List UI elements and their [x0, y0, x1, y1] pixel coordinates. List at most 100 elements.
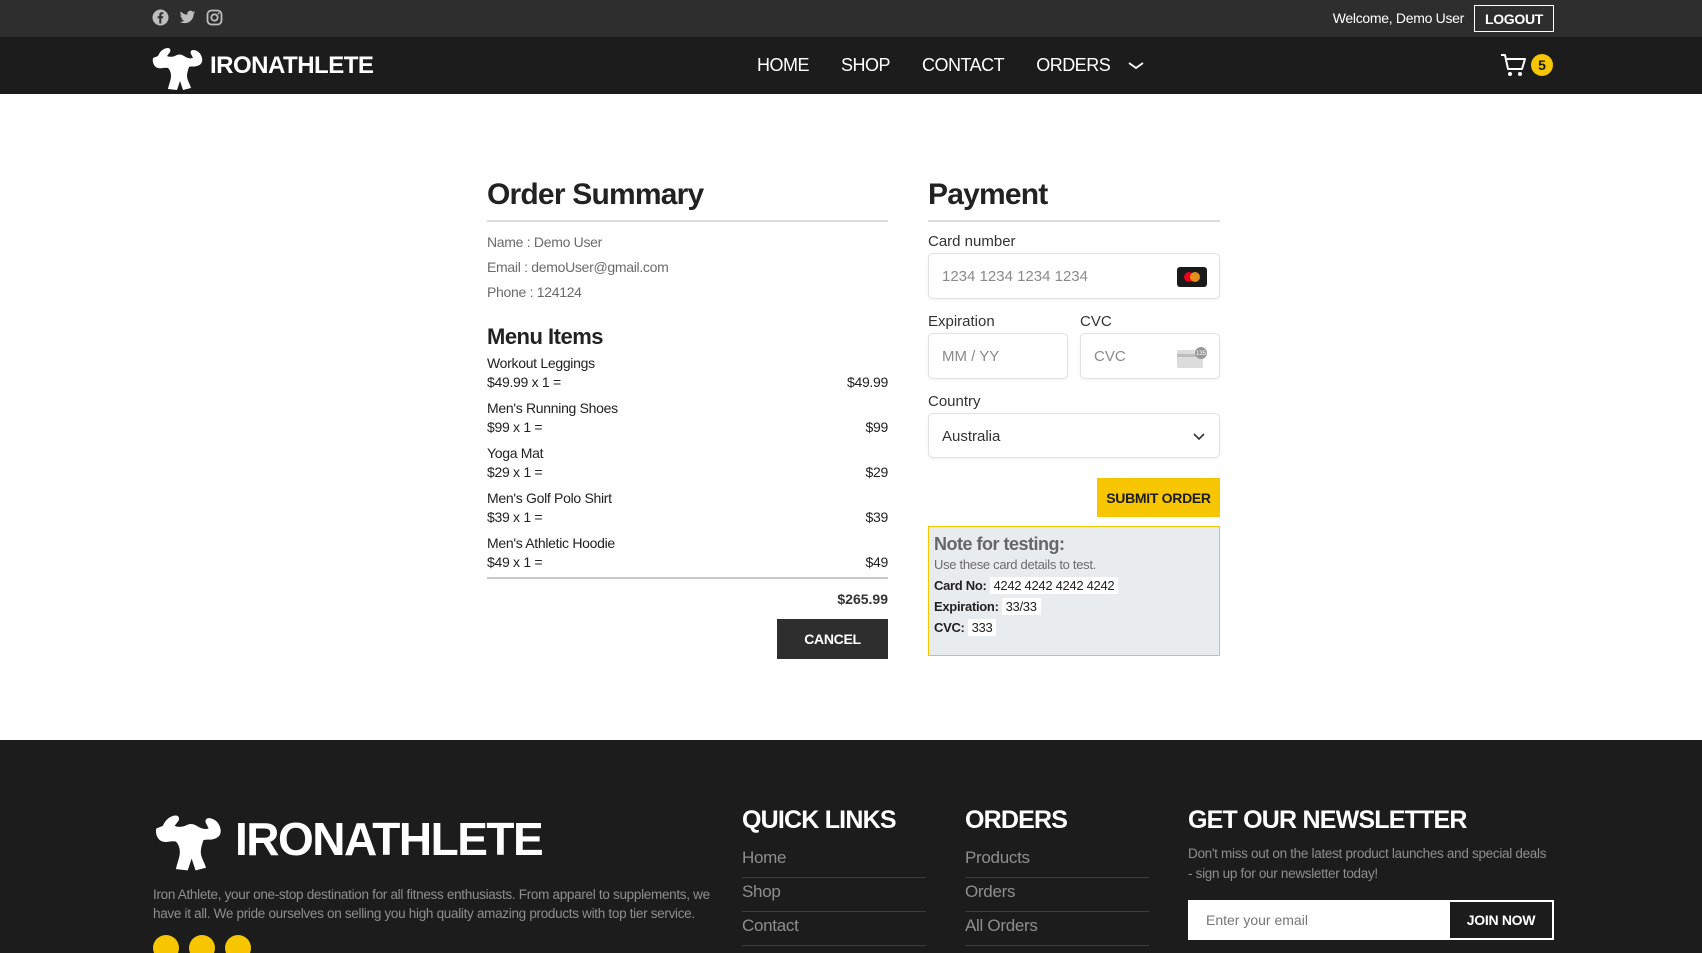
card-number-input[interactable]: [929, 254, 1219, 298]
item-calc: $49.99 x 1 =: [487, 374, 561, 390]
expiration-field: [928, 333, 1068, 379]
note-subtitle: Use these card details to test.: [934, 557, 1096, 572]
cart-count-badge: 5: [1531, 54, 1553, 76]
footer-brand-name: IRONATHLETE: [235, 813, 544, 865]
mastercard-icon: [1177, 267, 1207, 292]
item-total: $49: [865, 554, 889, 570]
order-item: Yoga Mat $29 x 1 = $29: [487, 445, 888, 483]
customer-email: Email : demoUser@gmail.com: [487, 259, 669, 275]
newsletter-email-input[interactable]: Enter your email: [1190, 902, 1450, 938]
orders-links-title: ORDERS: [965, 806, 1068, 834]
item-name: Men's Athletic Hoodie: [487, 535, 615, 551]
quick-links-list: Home Shop Contact: [742, 844, 926, 946]
order-summary-divider: [487, 220, 888, 222]
cvc-card-icon: 135: [1177, 347, 1207, 374]
welcome-text: Welcome, Demo User: [1332, 10, 1465, 26]
country-select[interactable]: Australia: [928, 413, 1220, 458]
item-calc: $29 x 1 =: [487, 464, 543, 480]
note-exp-value: 33/33: [1001, 598, 1041, 615]
order-item: Men's Running Shoes $99 x 1 = $99: [487, 400, 888, 438]
cvc-label: CVC: [1080, 313, 1112, 330]
footer-logo[interactable]: IRONATHLETE: [155, 806, 544, 872]
logout-button[interactable]: LOGOUT: [1474, 5, 1554, 32]
item-name: Men's Golf Polo Shirt: [487, 490, 612, 506]
orders-links-list: Products Orders All Orders: [965, 844, 1149, 946]
item-name: Men's Running Shoes: [487, 400, 618, 416]
order-summary-title: Order Summary: [487, 178, 704, 211]
nav-contact[interactable]: CONTACT: [922, 55, 1005, 76]
svg-text:135: 135: [1196, 351, 1207, 357]
submit-order-button[interactable]: SUBMIT ORDER: [1097, 478, 1220, 517]
bodybuilder-logo-icon: [152, 48, 203, 90]
brand-logo[interactable]: IRONATHLETE: [152, 42, 374, 90]
nav-home[interactable]: HOME: [757, 55, 810, 76]
chevron-down-icon[interactable]: [1128, 58, 1144, 74]
country-label: Country: [928, 393, 981, 410]
note-card-row: Card No: 4242 4242 4242 4242: [934, 577, 1214, 594]
order-item: Men's Golf Polo Shirt $39 x 1 = $39: [487, 490, 888, 528]
country-value: Australia: [942, 428, 1001, 445]
instagram-icon[interactable]: [225, 935, 251, 953]
chevron-down-icon: [1192, 429, 1206, 448]
instagram-icon[interactable]: [206, 9, 223, 26]
item-calc: $39 x 1 =: [487, 509, 543, 525]
payment-divider: [928, 220, 1220, 222]
note-exp-label: Expiration:: [934, 599, 999, 614]
footer-link-orders[interactable]: Orders: [965, 878, 1149, 912]
item-total: $39: [865, 509, 889, 525]
join-now-button[interactable]: JOIN NOW: [1450, 902, 1552, 938]
brand-name: IRONATHLETE: [210, 52, 374, 79]
order-item: Workout Leggings $49.99 x 1 = $49.99: [487, 355, 888, 393]
main-header: IRONATHLETE HOME SHOP CONTACT ORDERS 5: [0, 37, 1702, 94]
facebook-icon[interactable]: [152, 9, 169, 26]
nav-shop[interactable]: SHOP: [841, 55, 891, 76]
total-divider: [487, 577, 888, 579]
testing-note: Note for testing: Use these card details…: [928, 526, 1220, 656]
main-nav: HOME SHOP CONTACT ORDERS: [757, 55, 1144, 76]
expiration-label: Expiration: [928, 313, 995, 330]
payment-title: Payment: [928, 178, 1048, 211]
cart-icon[interactable]: [1499, 51, 1527, 84]
item-name: Workout Leggings: [487, 355, 595, 371]
note-cvc-row: CVC: 333: [934, 619, 1214, 636]
customer-name: Name : Demo User: [487, 234, 603, 250]
footer-link-shop[interactable]: Shop: [742, 878, 926, 912]
footer-link-contact[interactable]: Contact: [742, 912, 926, 946]
item-total: $99: [865, 419, 889, 435]
twitter-icon[interactable]: [179, 9, 196, 26]
cvc-field: 135: [1080, 333, 1220, 379]
card-number-field: [928, 253, 1220, 299]
customer-phone: Phone : 124124: [487, 284, 582, 300]
item-calc: $49 x 1 =: [487, 554, 543, 570]
newsletter-form: Enter your email JOIN NOW: [1188, 900, 1554, 940]
twitter-icon[interactable]: [189, 935, 215, 953]
newsletter-title: GET OUR NEWSLETTER: [1188, 806, 1467, 834]
quick-links-title: QUICK LINKS: [742, 806, 897, 834]
note-card-value: 4242 4242 4242 4242: [989, 577, 1119, 594]
menu-items-title: Menu Items: [487, 324, 604, 349]
item-total: $29: [865, 464, 889, 480]
note-cvc-label: CVC:: [934, 620, 965, 635]
footer-social-links: [153, 935, 251, 953]
item-name: Yoga Mat: [487, 445, 544, 461]
item-total: $49.99: [846, 374, 888, 390]
newsletter-text: Don't miss out on the latest product lau…: [1188, 846, 1547, 881]
top-social-links: [152, 9, 223, 26]
footer-description: Iron Athlete, your one-stop destination …: [153, 887, 710, 921]
cancel-button[interactable]: CANCEL: [777, 619, 888, 659]
footer-link-products[interactable]: Products: [965, 844, 1149, 878]
footer-link-all-orders[interactable]: All Orders: [965, 912, 1149, 946]
order-item: Men's Athletic Hoodie $49 x 1 = $49: [487, 535, 888, 573]
nav-orders[interactable]: ORDERS: [1036, 55, 1111, 76]
expiration-input[interactable]: [929, 334, 1067, 378]
note-cvc-value: 333: [967, 619, 997, 636]
footer-link-home[interactable]: Home: [742, 844, 926, 878]
note-title: Note for testing:: [934, 534, 1065, 554]
grand-total: $265.99: [837, 591, 888, 607]
top-bar: Welcome, Demo User LOGOUT: [0, 0, 1702, 37]
note-card-label: Card No:: [934, 578, 987, 593]
item-calc: $99 x 1 =: [487, 419, 543, 435]
facebook-icon[interactable]: [153, 935, 179, 953]
site-footer: IRONATHLETE Iron Athlete, your one-stop …: [0, 740, 1702, 953]
note-exp-row: Expiration: 33/33: [934, 598, 1214, 615]
